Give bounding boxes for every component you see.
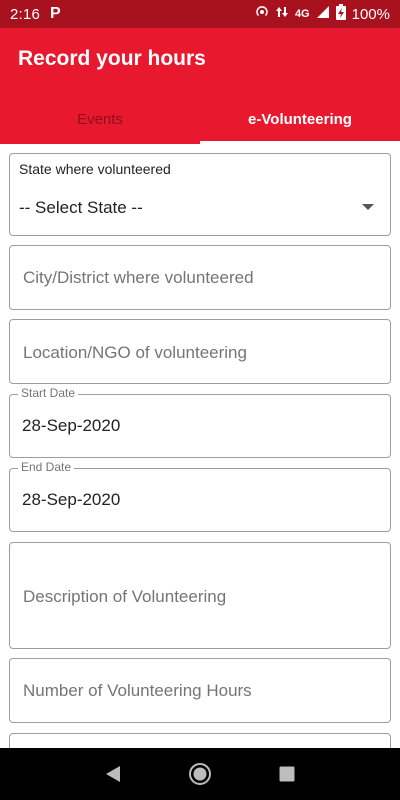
city-district-field[interactable]: City/District where volunteered bbox=[9, 245, 391, 310]
tab-bar: Events e-Volunteering bbox=[0, 95, 400, 144]
home-icon[interactable] bbox=[188, 762, 212, 786]
location-ngo-field[interactable]: Location/NGO of volunteering bbox=[9, 319, 391, 384]
signal-icon bbox=[275, 5, 289, 23]
city-district-placeholder: City/District where volunteered bbox=[23, 268, 254, 287]
battery-percentage: 100% bbox=[351, 5, 390, 23]
battery-charging-icon bbox=[335, 4, 346, 24]
state-select-value: -- Select State -- bbox=[19, 198, 143, 217]
parking-notification-icon: P bbox=[50, 5, 61, 22]
start-date-value: 28-Sep-2020 bbox=[22, 416, 121, 435]
recents-icon[interactable] bbox=[275, 762, 299, 786]
start-date-field[interactable]: Start Date 28-Sep-2020 bbox=[9, 386, 391, 458]
end-date-value: 28-Sep-2020 bbox=[22, 490, 121, 509]
cell-signal-icon bbox=[316, 5, 330, 23]
tab-e-volunteering[interactable]: e-Volunteering bbox=[200, 95, 400, 144]
tab-events[interactable]: Events bbox=[0, 95, 200, 144]
state-select[interactable]: State where volunteered -- Select State … bbox=[9, 153, 391, 236]
state-select-label: State where volunteered bbox=[19, 161, 171, 177]
volunteering-hours-field[interactable]: Number of Volunteering Hours bbox=[9, 658, 391, 723]
volunteering-hours-placeholder: Number of Volunteering Hours bbox=[23, 681, 252, 700]
back-icon[interactable] bbox=[101, 762, 125, 786]
network-type: 4G bbox=[294, 8, 310, 20]
status-right: 4G 100% bbox=[255, 4, 390, 24]
description-placeholder: Description of Volunteering bbox=[23, 587, 227, 606]
screen: 2:16 P 4G 100% Record your hours Events … bbox=[0, 0, 400, 800]
end-date-label: End Date bbox=[18, 460, 75, 474]
status-bar: 2:16 P 4G 100% bbox=[0, 0, 400, 28]
next-field-partial[interactable] bbox=[9, 733, 391, 748]
app-bar: Record your hours Events e-Volunteering bbox=[0, 28, 400, 144]
start-date-label: Start Date bbox=[18, 386, 79, 400]
tab-events-label: Events bbox=[77, 111, 123, 128]
location-ngo-placeholder: Location/NGO of volunteering bbox=[23, 343, 247, 362]
page-title: Record your hours bbox=[18, 47, 206, 70]
status-left: 2:16 P bbox=[10, 5, 61, 23]
hotspot-icon bbox=[255, 5, 269, 23]
tab-e-volunteering-label: e-Volunteering bbox=[248, 111, 352, 128]
dropdown-arrow-icon bbox=[362, 204, 374, 210]
system-nav-bar bbox=[0, 748, 400, 800]
status-time: 2:16 bbox=[10, 5, 40, 23]
end-date-field[interactable]: End Date 28-Sep-2020 bbox=[9, 460, 391, 532]
description-field[interactable]: Description of Volunteering bbox=[9, 542, 391, 649]
volunteering-form: State where volunteered -- Select State … bbox=[0, 144, 400, 748]
